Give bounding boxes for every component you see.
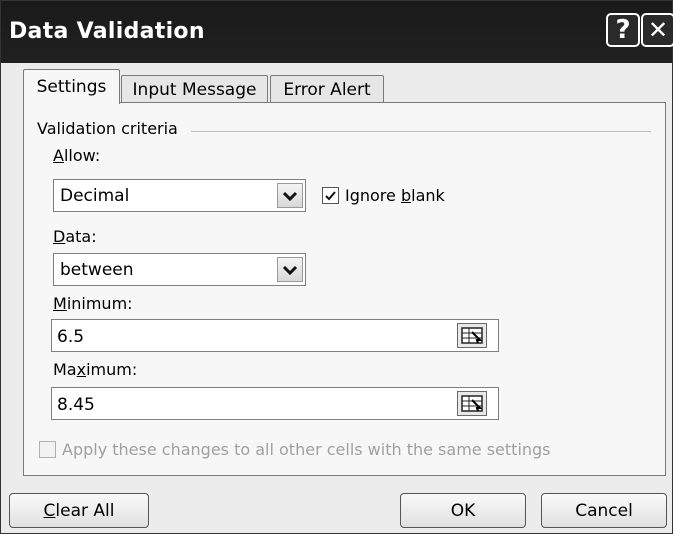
group-divider	[191, 131, 651, 132]
tab-error-alert[interactable]: Error Alert	[270, 75, 384, 103]
ok-label: OK	[450, 500, 476, 521]
ignore-blank-label: Ignore blank	[345, 186, 445, 205]
checkbox-box[interactable]	[39, 441, 56, 458]
tab-settings-label: Settings	[36, 77, 107, 97]
apply-to-all-label: Apply these changes to all other cells w…	[62, 440, 551, 459]
ok-button[interactable]: OK	[400, 493, 526, 528]
allow-label: Allow:	[53, 146, 101, 165]
tab-settings[interactable]: Settings	[23, 69, 120, 104]
help-button[interactable]: ?	[606, 13, 640, 47]
minimum-label: Minimum:	[53, 294, 133, 313]
data-label: Data:	[53, 227, 97, 246]
dialog-title: Data Validation	[9, 19, 205, 44]
checkbox-box[interactable]	[322, 187, 339, 204]
maximum-range-selector[interactable]	[457, 391, 487, 416]
cancel-button[interactable]: Cancel	[541, 493, 667, 528]
clear-all-button[interactable]: Clear All	[9, 493, 149, 528]
data-dropdown[interactable]: between	[53, 253, 306, 286]
ignore-blank-checkbox[interactable]: Ignore blank	[322, 186, 445, 205]
tab-error-alert-label: Error Alert	[283, 79, 371, 100]
minimum-input[interactable]: 6.5	[51, 319, 499, 352]
validation-criteria-label: Validation criteria	[37, 119, 184, 138]
range-select-icon	[461, 395, 483, 412]
maximum-value: 8.45	[57, 395, 95, 415]
tab-input-message[interactable]: Input Message	[121, 75, 268, 103]
apply-to-all-checkbox[interactable]: Apply these changes to all other cells w…	[39, 440, 551, 459]
title-bar[interactable]: Data Validation ? ✕	[1, 1, 673, 63]
checkmark-icon	[325, 191, 336, 201]
range-select-icon	[461, 327, 483, 344]
minimum-value: 6.5	[57, 327, 85, 347]
close-button[interactable]: ✕	[641, 13, 673, 47]
chevron-down-icon[interactable]	[277, 183, 303, 208]
maximum-input[interactable]: 8.45	[51, 387, 499, 420]
close-icon: ✕	[647, 16, 669, 44]
maximum-label: Maximum:	[53, 360, 138, 379]
allow-dropdown[interactable]: Decimal	[53, 179, 306, 212]
tab-input-message-label: Input Message	[132, 79, 257, 100]
data-value: between	[60, 260, 134, 280]
chevron-down-icon[interactable]	[277, 257, 303, 282]
allow-value: Decimal	[60, 186, 130, 206]
minimum-range-selector[interactable]	[457, 323, 487, 348]
data-validation-dialog: Data Validation ? ✕ Settings Input Messa…	[0, 0, 673, 534]
cancel-label: Cancel	[575, 500, 633, 521]
help-icon: ?	[615, 15, 631, 45]
